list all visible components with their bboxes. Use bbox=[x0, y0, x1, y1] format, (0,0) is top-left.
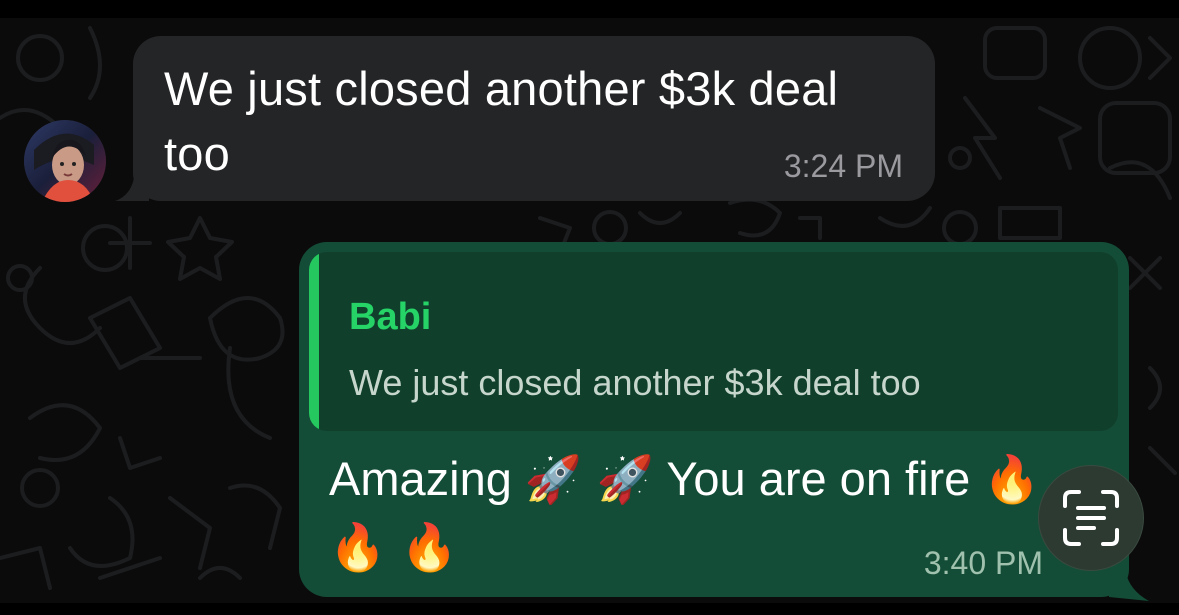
contact-avatar-image bbox=[24, 120, 106, 202]
live-text-scan-icon bbox=[1063, 490, 1119, 546]
incoming-message-time: 3:24 PM bbox=[783, 148, 903, 184]
quoted-message[interactable]: Babi We just closed another $3k deal too bbox=[309, 252, 1118, 431]
outgoing-bubble-tail bbox=[1109, 567, 1149, 601]
outgoing-text-on-fire: You are on fire bbox=[666, 452, 971, 505]
contact-avatar[interactable] bbox=[24, 120, 106, 202]
incoming-message-bubble[interactable]: We just closed another $3k deal too 3:24… bbox=[115, 36, 935, 201]
quoted-author-name: Babi bbox=[349, 296, 432, 338]
bottom-edge bbox=[0, 603, 1179, 615]
quoted-message-text: We just closed another $3k deal too bbox=[349, 362, 921, 403]
chat-background: We just closed another $3k deal too 3:24… bbox=[0, 18, 1179, 603]
incoming-bubble-tail bbox=[115, 171, 149, 201]
outgoing-text-amazing: Amazing bbox=[329, 452, 512, 505]
outgoing-message-time: 3:40 PM bbox=[923, 545, 1043, 581]
rocket-emojis: 🚀 🚀 bbox=[524, 452, 655, 506]
live-text-scan-button[interactable] bbox=[1038, 465, 1144, 571]
quote-accent-bar bbox=[309, 252, 319, 431]
outgoing-message-bubble[interactable]: Babi We just closed another $3k deal too… bbox=[299, 242, 1149, 601]
